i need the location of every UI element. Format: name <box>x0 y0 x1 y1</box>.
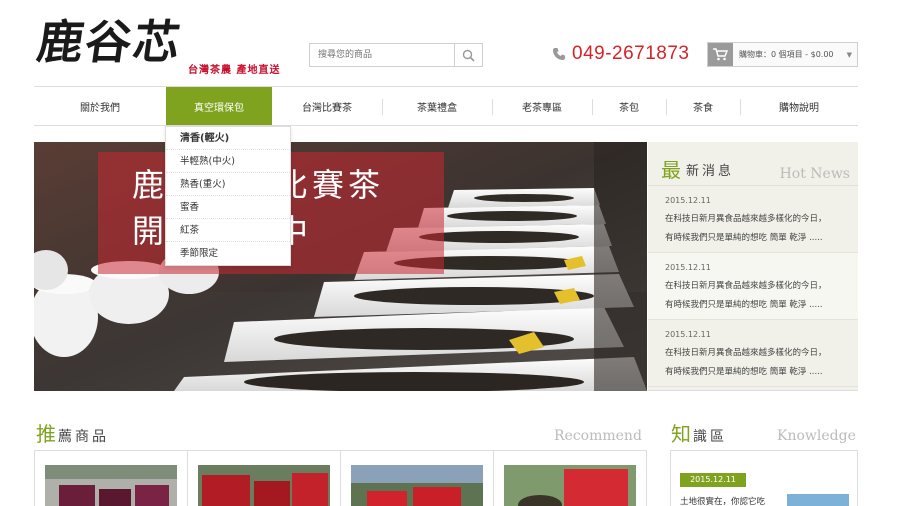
knowledge-card[interactable]: 2015.12.11 土地很實在，你認它吃 <box>670 450 858 506</box>
search-button[interactable] <box>454 44 482 66</box>
news-text-line: 在科技日新月異食品越來越多樣化的今日， <box>665 281 827 291</box>
knowledge-date-badge: 2015.12.11 <box>680 473 746 487</box>
search-icon <box>462 49 475 62</box>
product-image <box>504 465 636 506</box>
product-card[interactable] <box>35 451 188 506</box>
knowledge-heading-text: 識區 <box>693 429 727 445</box>
news-item[interactable]: 2015.12.11 在科技日新月異食品越來越多樣化的今日， 有時候我們只是單純… <box>648 186 858 253</box>
recommend-heading-en: Recommend <box>554 428 642 444</box>
recommend-heading-text: 薦商品 <box>58 429 109 445</box>
phone-icon <box>553 48 565 60</box>
nav-item-vacuum-pack[interactable]: 真空環保包 <box>166 87 272 125</box>
logo-calligraphy: 鹿谷芯 <box>33 15 186 69</box>
product-card[interactable] <box>188 451 341 506</box>
nav-item-tea-bag[interactable]: 茶包 <box>592 87 666 125</box>
nav-item-gift-box[interactable]: 茶葉禮盒 <box>382 87 492 125</box>
cart-button[interactable]: 購物車：0 個項目 - $0.00 ▼ <box>707 42 858 67</box>
logo-slogan: 台灣茶農 產地直送 <box>188 65 281 76</box>
recommend-heading: 推 薦商品 <box>36 418 109 447</box>
product-image <box>351 465 483 506</box>
nav-item-aged-tea[interactable]: 老茶專區 <box>492 87 592 125</box>
news-heading-en: Hot News <box>779 166 850 182</box>
product-image <box>45 465 177 506</box>
news-text-line: 在科技日新月異食品越來越多樣化的今日， <box>665 348 827 358</box>
news-text-line: 有時候我們只是單純的想吃 簡單 乾淨 ..... <box>665 233 823 243</box>
news-item[interactable]: 2015.12.11 在科技日新月異食品越來越多樣化的今日， 有時候我們只是單純… <box>648 320 858 387</box>
knowledge-heading: 知 識區 <box>671 418 727 447</box>
product-image <box>198 465 330 506</box>
knowledge-heading-char: 知 <box>671 422 691 446</box>
caret-down-icon: ▼ <box>846 50 852 59</box>
dropdown-item-light-roast[interactable]: 清香(輕火) <box>166 127 290 150</box>
product-card[interactable] <box>494 451 646 506</box>
cart-icon-box <box>708 43 733 66</box>
dropdown-item-black-tea[interactable]: 紅茶 <box>166 219 290 242</box>
knowledge-thumbnail <box>787 494 849 506</box>
nav-dropdown-menu: 清香(輕火) 半輕熟(中火) 熟香(重火) 蜜香 紅茶 季節限定 <box>165 126 291 266</box>
hero-banner[interactable]: 鹿 比賽茶 開 中 <box>34 142 647 391</box>
nav-item-about[interactable]: 關於我們 <box>34 87 166 125</box>
news-header: 最 新消息 Hot News <box>648 142 858 186</box>
recommend-heading-char: 推 <box>36 422 56 446</box>
news-item[interactable]: 2015.12.11 在科技日新月異食品越來越多樣化的今日， 有時候我們只是單純… <box>648 253 858 320</box>
contact-phone: 049-2671873 <box>552 43 690 65</box>
search-input[interactable] <box>310 44 454 66</box>
news-heading-char: 最 <box>661 158 681 182</box>
nav-item-tea-snacks[interactable]: 茶食 <box>666 87 740 125</box>
cart-summary: 購物車：0 個項目 - $0.00 <box>739 50 834 59</box>
search-box <box>309 43 483 67</box>
news-date: 2015.12.11 <box>665 196 711 205</box>
news-text-line: 在科技日新月異食品越來越多樣化的今日， <box>665 214 827 224</box>
site-logo[interactable]: 鹿谷芯 台灣茶農 產地直送 <box>34 6 281 82</box>
dropdown-item-medium-roast[interactable]: 半輕熟(中火) <box>166 150 290 173</box>
news-text-line: 有時候我們只是單純的想吃 簡單 乾淨 ..... <box>665 367 823 377</box>
phone-number: 049-2671873 <box>572 43 690 64</box>
knowledge-excerpt: 土地很實在，你認它吃 <box>680 497 766 506</box>
product-card[interactable] <box>341 451 494 506</box>
dropdown-item-heavy-roast[interactable]: 熟香(重火) <box>166 173 290 196</box>
product-grid <box>34 450 647 506</box>
news-date: 2015.12.11 <box>665 330 711 339</box>
knowledge-heading-en: Knowledge <box>777 428 856 444</box>
dropdown-item-seasonal[interactable]: 季節限定 <box>166 242 290 265</box>
news-panel: 最 新消息 Hot News 2015.12.11 在科技日新月異食品越來越多樣… <box>648 142 858 391</box>
nav-item-shopping-guide[interactable]: 購物說明 <box>740 87 858 125</box>
shopping-cart-icon <box>713 48 728 61</box>
news-date: 2015.12.11 <box>665 263 711 272</box>
news-heading: 新消息 <box>686 164 735 179</box>
nav-item-competition-tea[interactable]: 台灣比賽茶 <box>272 87 382 125</box>
main-nav: 關於我們 真空環保包 台灣比賽茶 茶葉禮盒 老茶專區 茶包 茶食 購物說明 <box>34 86 858 126</box>
page: 鹿谷芯 台灣茶農 產地直送 049-2671873 購物車：0 個項目 - $0… <box>0 0 900 506</box>
dropdown-item-honey-aroma[interactable]: 蜜香 <box>166 196 290 219</box>
news-text-line: 有時候我們只是單純的想吃 簡單 乾淨 ..... <box>665 300 823 310</box>
